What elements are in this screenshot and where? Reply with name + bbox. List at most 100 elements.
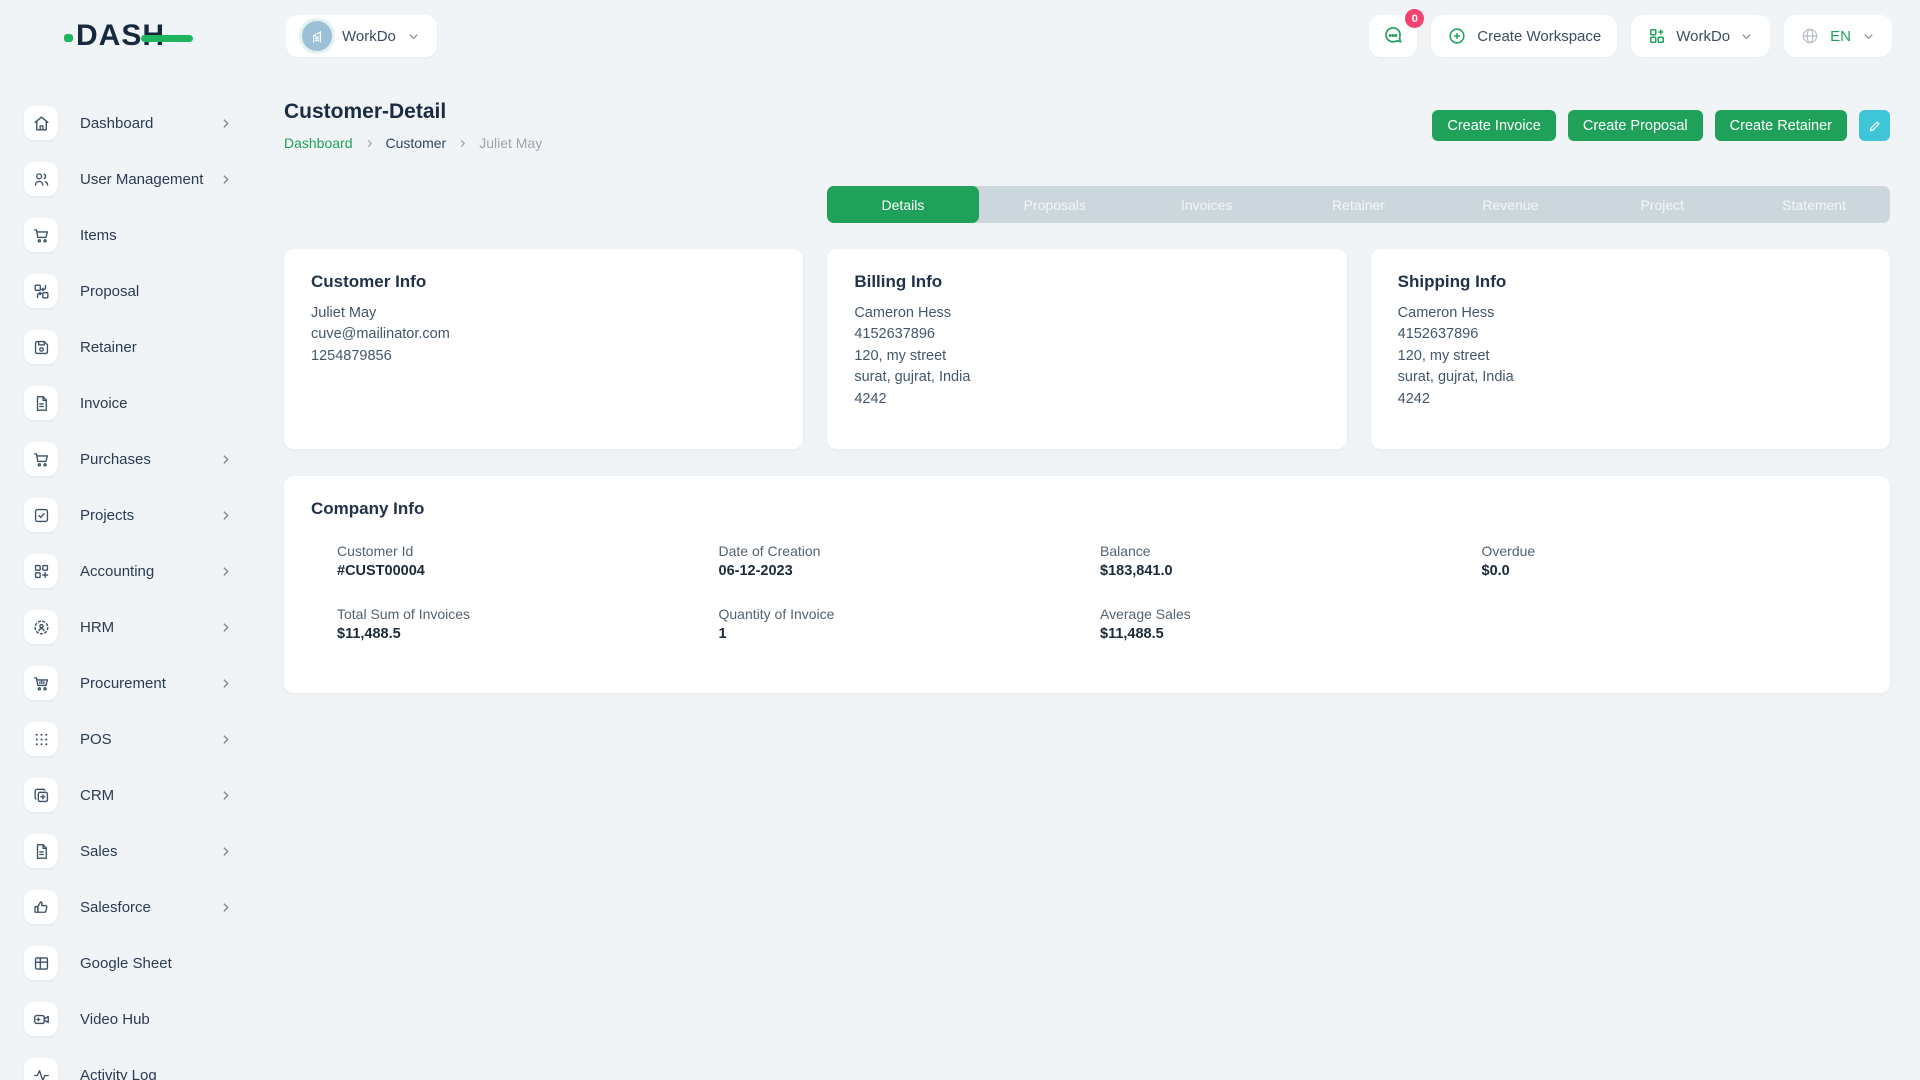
field-overdue: Overdue $0.0 bbox=[1482, 543, 1864, 579]
tab-details[interactable]: Details bbox=[827, 186, 979, 223]
customer-phone: 1254879856 bbox=[311, 346, 776, 367]
field-empty bbox=[1482, 606, 1864, 642]
sidebar-item-video-hub[interactable]: Video Hub bbox=[24, 1002, 236, 1036]
customer-email: cuve@mailinator.com bbox=[311, 324, 776, 345]
sidebar-item-pos[interactable]: POS bbox=[24, 722, 236, 756]
sidebar-item-label: Projects bbox=[80, 507, 219, 524]
thumbs-up-icon bbox=[24, 890, 58, 924]
sidebar-item-crm[interactable]: CRM bbox=[24, 778, 236, 812]
chevron-right-icon bbox=[457, 138, 468, 149]
field-balance: Balance $183,841.0 bbox=[1100, 543, 1482, 579]
sidebar-item-salesforce[interactable]: Salesforce bbox=[24, 890, 236, 924]
sidebar-item-label: Dashboard bbox=[80, 115, 219, 132]
shipping-street: 120, my street bbox=[1398, 346, 1863, 367]
sidebar-item-label: Video Hub bbox=[80, 1011, 236, 1028]
card-title: Shipping Info bbox=[1398, 272, 1863, 292]
building-icon bbox=[308, 27, 326, 45]
language-selector[interactable]: EN bbox=[1784, 15, 1892, 57]
field-value: #CUST00004 bbox=[337, 563, 719, 579]
chevron-right-icon bbox=[219, 565, 232, 578]
billing-street: 120, my street bbox=[854, 346, 1319, 367]
check-square-icon bbox=[24, 498, 58, 532]
plus-circle-icon bbox=[1447, 26, 1467, 46]
company-info-card: Company Info Customer Id #CUST00004 Date… bbox=[284, 476, 1890, 693]
sidebar-item-google-sheet[interactable]: Google Sheet bbox=[24, 946, 236, 980]
sidebar-item-label: Google Sheet bbox=[80, 955, 236, 972]
sidebar-item-accounting[interactable]: Accounting bbox=[24, 554, 236, 588]
chevron-right-icon bbox=[219, 173, 232, 186]
sidebar-item-label: Invoice bbox=[80, 395, 236, 412]
sidebar-item-label: User Management bbox=[80, 171, 219, 188]
sidebar-item-projects[interactable]: Projects bbox=[24, 498, 236, 532]
breadcrumb-dashboard-link[interactable]: Dashboard bbox=[284, 135, 353, 151]
field-label: Date of Creation bbox=[719, 543, 1101, 559]
sidebar-item-retainer[interactable]: Retainer bbox=[24, 330, 236, 364]
cart-icon bbox=[24, 442, 58, 476]
field-label: Average Sales bbox=[1100, 606, 1482, 622]
sidebar-item-purchases[interactable]: Purchases bbox=[24, 442, 236, 476]
cart-chart-icon bbox=[24, 666, 58, 700]
tab-revenue[interactable]: Revenue bbox=[1434, 186, 1586, 223]
shipping-name: Cameron Hess bbox=[1398, 303, 1863, 324]
billing-name: Cameron Hess bbox=[854, 303, 1319, 324]
sidebar-item-activity-log[interactable]: Activity Log bbox=[24, 1058, 236, 1080]
workdo-menu-button[interactable]: WorkDo bbox=[1631, 15, 1770, 57]
dots-grid-icon bbox=[24, 722, 58, 756]
topbar: DASH WorkDo 0 Create Workspace bbox=[0, 0, 1920, 72]
sidebar-item-user-management[interactable]: User Management bbox=[24, 162, 236, 196]
workspace-selector[interactable]: WorkDo bbox=[286, 15, 437, 57]
tab-project[interactable]: Project bbox=[1586, 186, 1738, 223]
file-icon bbox=[24, 834, 58, 868]
chevron-right-icon bbox=[219, 621, 232, 634]
tabs-row: Details Proposals Invoices Retainer Reve… bbox=[284, 186, 1890, 223]
create-proposal-button[interactable]: Create Proposal bbox=[1568, 110, 1703, 141]
shipping-zip: 4242 bbox=[1398, 389, 1863, 410]
field-date-of-creation: Date of Creation 06-12-2023 bbox=[719, 543, 1101, 579]
sidebar-item-proposal[interactable]: Proposal bbox=[24, 274, 236, 308]
grid-plus-icon bbox=[24, 554, 58, 588]
table-icon bbox=[24, 946, 58, 980]
users-icon bbox=[24, 162, 58, 196]
pencil-icon bbox=[1867, 118, 1883, 134]
sidebar-item-label: Salesforce bbox=[80, 899, 219, 916]
create-invoice-button[interactable]: Create Invoice bbox=[1432, 110, 1556, 141]
field-value: $0.0 bbox=[1482, 563, 1864, 579]
shipping-info-card: Shipping Info Cameron Hess 4152637896 12… bbox=[1371, 249, 1890, 449]
windows-plus-icon bbox=[24, 778, 58, 812]
language-code: EN bbox=[1830, 28, 1851, 45]
tab-invoices[interactable]: Invoices bbox=[1131, 186, 1283, 223]
workspace-name: WorkDo bbox=[342, 28, 396, 45]
sidebar: Dashboard User Management Items bbox=[0, 72, 250, 1080]
chevron-right-icon bbox=[219, 789, 232, 802]
chevron-right-icon bbox=[219, 117, 232, 130]
chat-bubble-icon bbox=[1381, 24, 1405, 48]
sidebar-item-sales[interactable]: Sales bbox=[24, 834, 236, 868]
billing-zip: 4242 bbox=[854, 389, 1319, 410]
billing-city: surat, gujrat, India bbox=[854, 367, 1319, 388]
chevron-right-icon bbox=[219, 509, 232, 522]
sidebar-item-label: Activity Log bbox=[80, 1067, 236, 1080]
breadcrumb-customer-link[interactable]: Customer bbox=[386, 135, 447, 151]
dash-logo[interactable]: DASH bbox=[64, 21, 193, 51]
sidebar-item-hrm[interactable]: HRM bbox=[24, 610, 236, 644]
chevron-right-icon bbox=[219, 845, 232, 858]
sidebar-item-items[interactable]: Items bbox=[24, 218, 236, 252]
shipping-phone: 4152637896 bbox=[1398, 324, 1863, 345]
messages-button[interactable]: 0 bbox=[1369, 15, 1417, 57]
create-retainer-button[interactable]: Create Retainer bbox=[1715, 110, 1847, 141]
field-average-sales: Average Sales $11,488.5 bbox=[1100, 606, 1482, 642]
create-workspace-button[interactable]: Create Workspace bbox=[1431, 15, 1617, 57]
edit-customer-button[interactable] bbox=[1859, 110, 1890, 141]
sidebar-item-procurement[interactable]: Procurement bbox=[24, 666, 236, 700]
sidebar-item-dashboard[interactable]: Dashboard bbox=[24, 106, 236, 140]
sidebar-item-invoice[interactable]: Invoice bbox=[24, 386, 236, 420]
field-value: 1 bbox=[719, 626, 1101, 642]
field-label: Total Sum of Invoices bbox=[337, 606, 719, 622]
tab-statement[interactable]: Statement bbox=[1738, 186, 1890, 223]
tab-proposals[interactable]: Proposals bbox=[979, 186, 1131, 223]
chevron-right-icon bbox=[219, 901, 232, 914]
billing-phone: 4152637896 bbox=[854, 324, 1319, 345]
field-value: 06-12-2023 bbox=[719, 563, 1101, 579]
billing-info-card: Billing Info Cameron Hess 4152637896 120… bbox=[827, 249, 1346, 449]
tab-retainer[interactable]: Retainer bbox=[1283, 186, 1435, 223]
